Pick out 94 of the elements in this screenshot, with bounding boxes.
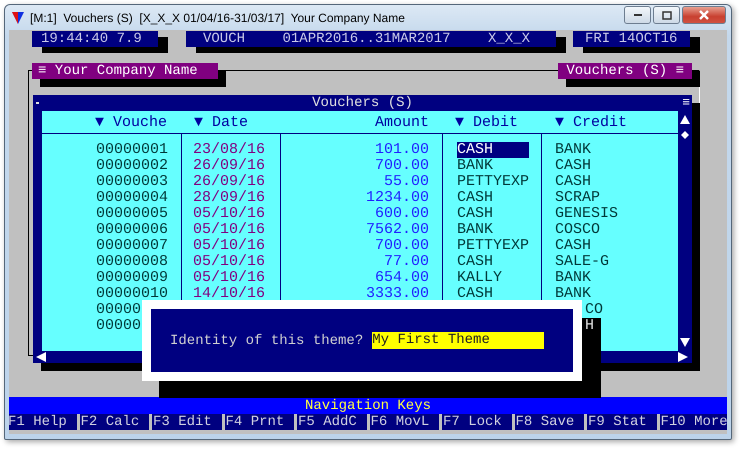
function-key[interactable]: F10 More: [660, 414, 727, 430]
function-key[interactable]: F5 AddC: [297, 414, 366, 430]
amount-cell-text: 7562.00: [364, 222, 430, 238]
scroll-right-icon[interactable]: [678, 352, 688, 362]
date-cell-text: 26/09/16: [192, 174, 266, 190]
maximize-icon: [662, 10, 672, 20]
column-header[interactable]: ▼ Vouche: [42, 114, 181, 130]
credit-cell: COSCO: [555, 221, 600, 238]
voucher-cell-text: 00000001: [95, 142, 170, 158]
function-key[interactable]: F7 Lock: [442, 414, 512, 430]
date-cell-text: 05/10/16: [192, 270, 266, 286]
minimize-button[interactable]: [624, 6, 651, 24]
debit-cell: PETTYEXP: [457, 238, 530, 254]
navigation-title: Navigation Keys: [304, 398, 432, 414]
voucher-cell-text: 00000: [95, 318, 142, 334]
table-title: Vouchers (S): [312, 95, 413, 111]
credit-cell: CASH: [555, 157, 592, 174]
amount-cell-text: 55.00: [382, 174, 430, 190]
credit-cell: CO: [585, 301, 604, 318]
date-cell-text: 05/10/16: [192, 206, 266, 222]
time-version-box: 19:44:40 7.9: [32, 31, 158, 47]
company-code: X_X_X: [488, 31, 530, 47]
scroll-thumb-icon[interactable]: [681, 131, 689, 139]
date-cell-text: 05/10/16: [192, 222, 266, 238]
function-key[interactable]: F9 Stat: [587, 414, 656, 430]
date-cell-text: 23/08/16: [192, 142, 266, 158]
function-key[interactable]: F8 Save: [514, 414, 584, 430]
column-header[interactable]: ▼ Date: [181, 114, 280, 130]
module-code: VOUCH: [203, 31, 246, 47]
column-header[interactable]: Amount: [280, 114, 442, 130]
scroll-up-icon[interactable]: [680, 115, 690, 124]
close-icon: [698, 10, 710, 20]
amount-cell-text: 101.00: [374, 142, 430, 158]
maximize-button[interactable]: [653, 6, 680, 24]
amount-cell-text: 700.00: [374, 238, 430, 254]
credit-cell: BANK: [555, 269, 592, 286]
amount-cell-text: 654.00: [374, 270, 430, 286]
date-box: FRI 14OCT16: [573, 31, 690, 47]
triangle-icon: [12, 12, 24, 24]
debit-cell-text: BANK: [457, 158, 494, 174]
debit-cell-text: CASH: [457, 254, 494, 270]
voucher-cell-text: 00000005: [95, 206, 170, 222]
minimize-icon: [632, 13, 642, 17]
debit-cell-text: KALLY: [457, 270, 504, 286]
credit-cell: BANK: [555, 141, 592, 158]
voucher-cell-text: 00000007: [95, 238, 170, 254]
company-label[interactable]: ≡ Your Company Name: [32, 63, 218, 79]
function-key[interactable]: F2 Calc: [80, 414, 149, 430]
function-key[interactable]: F4 Prnt: [224, 414, 294, 430]
credit-cell: CASH: [555, 237, 592, 254]
debit-cell-text: CASH: [457, 206, 494, 222]
credit-cell: H: [585, 317, 594, 334]
scroll-down-icon[interactable]: [680, 338, 690, 347]
voucher-cell-text: 00000: [95, 302, 142, 318]
debit-cell-text: BANK: [457, 222, 494, 238]
theme-name-field[interactable]: My First Theme: [372, 332, 544, 349]
credit-cell: SALE-G: [555, 253, 610, 270]
voucher-cell-text: 00000004: [95, 190, 170, 206]
debit-cell: PETTYEXP: [457, 174, 530, 190]
module-label[interactable]: Vouchers (S) ≡: [558, 63, 692, 79]
debit-cell-text: CASH: [457, 286, 494, 302]
voucher-cell-text: 00000006: [95, 222, 170, 238]
menu-glyph[interactable]: ≡: [682, 95, 690, 111]
date-cell-text: 05/10/16: [192, 238, 266, 254]
voucher-cell-text: 00000009: [95, 270, 170, 286]
date-cell-text: 14/10/16: [192, 286, 266, 302]
period-range: 01APR2016..31MAR2017: [282, 31, 451, 47]
close-button[interactable]: [682, 6, 726, 24]
credit-cell: CASH: [555, 173, 592, 190]
amount-cell-text: 600.00: [374, 206, 430, 222]
voucher-cell-text: 00000008: [95, 254, 170, 270]
column-header[interactable]: ▼ Debit: [442, 114, 541, 130]
column-header[interactable]: ▼ Credit: [541, 114, 628, 130]
scroll-left-icon[interactable]: [36, 352, 46, 362]
credit-cell: SCRAP: [555, 189, 600, 206]
debit-cell: CASH: [457, 142, 529, 158]
amount-cell-text: 1234.00: [364, 190, 430, 206]
debit-cell-text: CASH: [457, 190, 494, 206]
credit-cell: BANK: [555, 285, 592, 302]
function-key[interactable]: F1 Help: [9, 414, 76, 430]
voucher-cell-text: 00000010: [95, 286, 170, 302]
date-cell-text: 05/10/16: [192, 254, 266, 270]
amount-cell-text: 700.00: [374, 158, 430, 174]
dialog-prompt: Identity of this theme?: [170, 332, 364, 348]
voucher-cell-text: 00000002: [95, 158, 170, 174]
window-title: [M:1] Vouchers (S) [X_X_X 01/04/16-31/03/17] Your Company Name: [30, 10, 405, 24]
credit-cell: GENESIS: [555, 205, 618, 222]
date-cell-text: 28/09/16: [192, 190, 266, 206]
date-cell-text: 26/09/16: [192, 158, 266, 174]
function-key[interactable]: F3 Edit: [152, 414, 222, 430]
amount-cell-text: 3333.00: [364, 286, 430, 302]
amount-cell-text: 77.00: [382, 254, 430, 270]
voucher-cell-text: 00000003: [95, 174, 170, 190]
function-key[interactable]: F6 MovL: [370, 414, 439, 430]
